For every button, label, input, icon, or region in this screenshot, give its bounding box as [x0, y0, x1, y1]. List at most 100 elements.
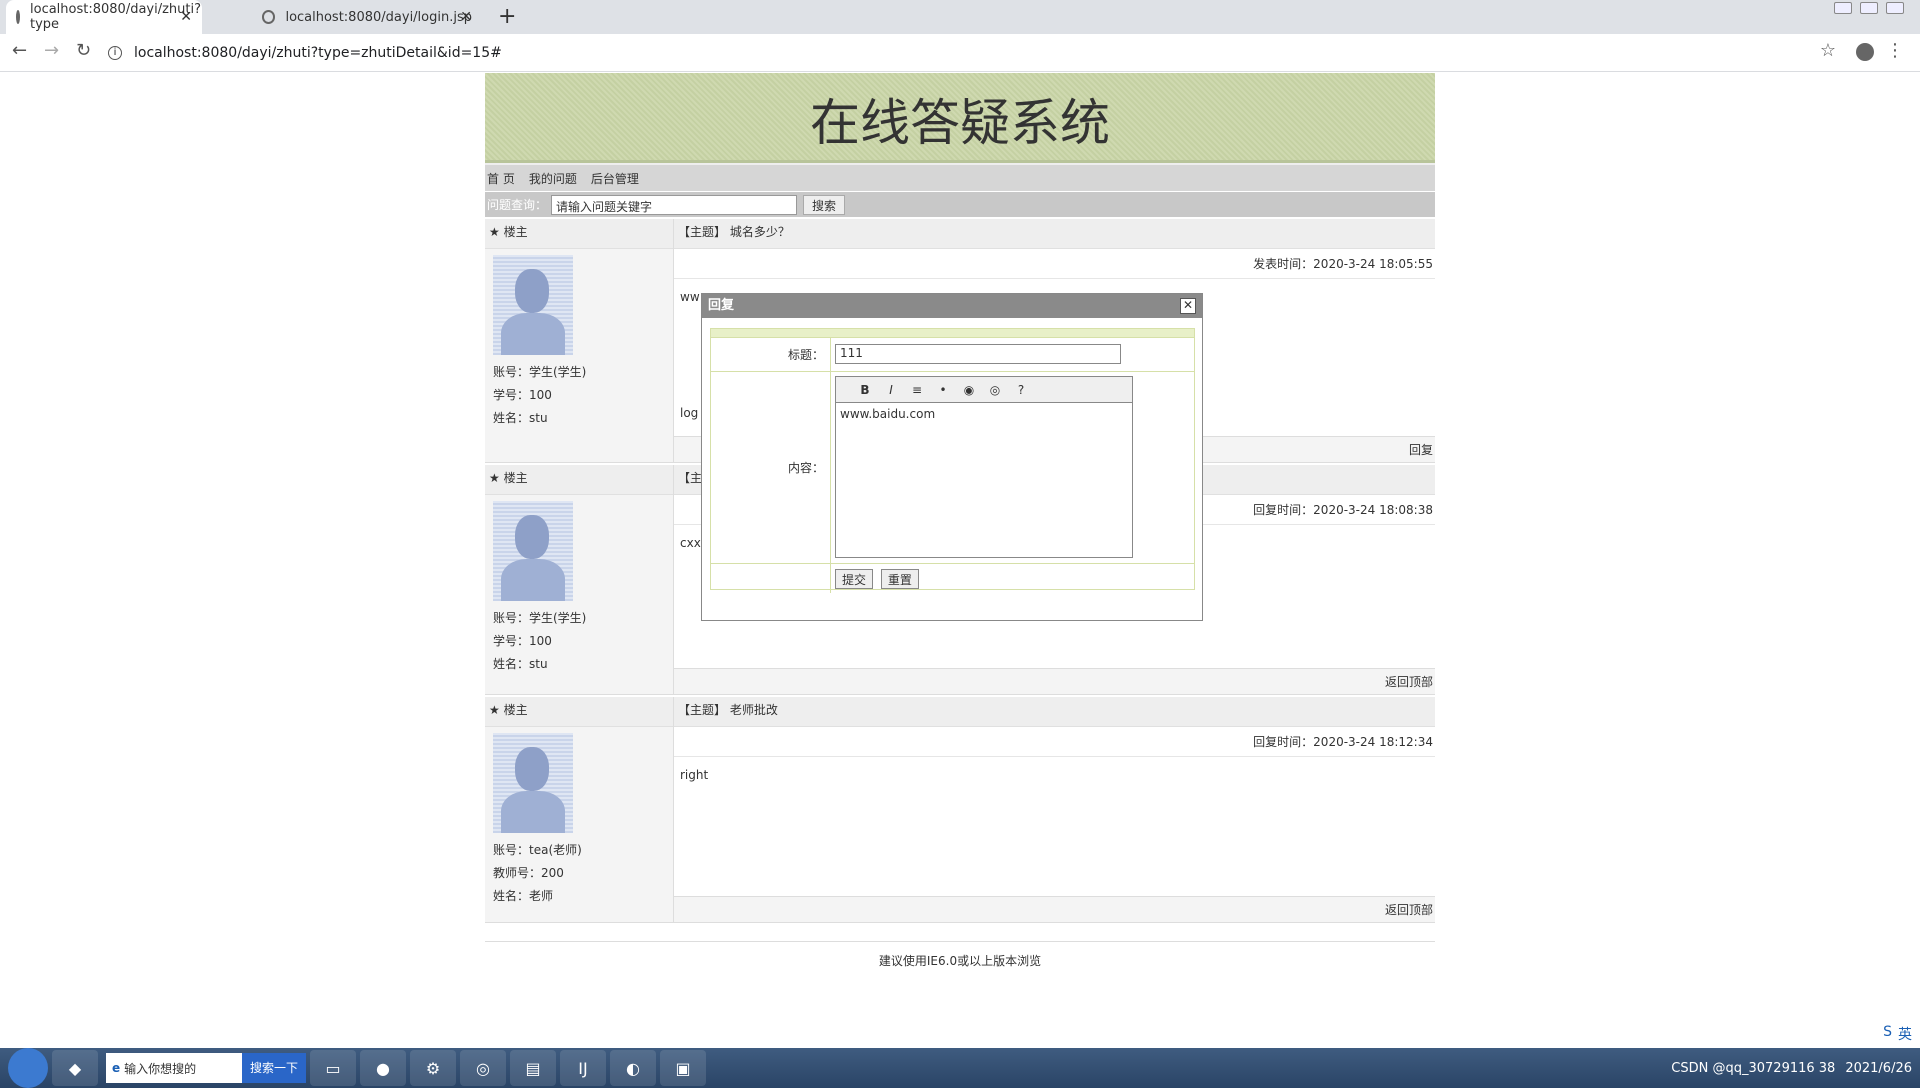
start-button[interactable] — [8, 1048, 48, 1088]
close-icon[interactable]: ✕ — [1180, 298, 1196, 314]
post-content: right — [680, 768, 709, 782]
post-time: 回复时间：2020-3-24 18:12:34 — [674, 727, 1435, 757]
post-author: ★ 楼主 账号：学生(学生) 学号：100 姓名：stu — [485, 465, 674, 694]
author-id: 学号：100 — [493, 388, 552, 402]
maximize-button[interactable] — [1860, 2, 1878, 14]
close-tab-icon[interactable]: ✕ — [460, 9, 472, 25]
new-tab-button[interactable]: + — [498, 4, 516, 29]
tray-watermark: CSDN @qq_30729116 38 — [1671, 1060, 1836, 1076]
avatar — [493, 255, 573, 355]
tab-zhuti[interactable]: localhost:8080/dayi/zhuti?type ✕ — [6, 0, 202, 34]
nav-admin[interactable]: 后台管理 — [591, 170, 639, 187]
author-name: 姓名：stu — [493, 657, 548, 671]
dialog-title: 回复 — [702, 294, 1202, 318]
author-name: 姓名：老师 — [493, 889, 554, 903]
app-icon[interactable]: ⚙ — [410, 1050, 456, 1086]
bookmark-star-icon[interactable]: ☆ — [1820, 40, 1836, 61]
ime-toolbar: S 英 — [1883, 1024, 1912, 1044]
author-account: 账号：tea(老师) — [493, 843, 582, 857]
explorer-icon[interactable]: ▤ — [510, 1050, 556, 1086]
tab-title: localhost:8080/dayi/login.jsp — [285, 9, 472, 25]
post-subject: 【主题】 老师批改 — [674, 697, 1435, 727]
info-icon[interactable]: i — [108, 46, 122, 60]
reply-form: 标题： 111 内容： B I ≡ • ◉ ◎ ? www.baidu.com — [710, 328, 1195, 593]
author-id: 教师号：200 — [493, 866, 564, 880]
address-bar: ← → ↻ i localhost:8080/dayi/zhuti?type=z… — [0, 34, 1920, 72]
content-label: 内容： — [711, 372, 831, 563]
forward-icon[interactable]: → — [44, 40, 59, 61]
editor-toolbar: B I ≡ • ◉ ◎ ? — [836, 377, 1132, 403]
back-icon[interactable]: ← — [12, 40, 27, 61]
reset-button[interactable]: 重置 — [880, 569, 919, 589]
globe-icon — [16, 10, 20, 24]
nav-my-questions[interactable]: 我的问题 — [529, 170, 577, 187]
ie-icon: e — [112, 1061, 121, 1075]
content-text[interactable]: www.baidu.com — [836, 403, 1132, 425]
reply-link[interactable]: 回复 — [1409, 443, 1433, 457]
empty-label — [711, 564, 831, 593]
reply-dialog: 回复 ✕ 标题： 111 内容： B I ≡ • ◉ ◎ ? www.baidu… — [701, 293, 1203, 621]
search-input[interactable]: 请输入问题关键字 — [551, 194, 798, 215]
back-to-top-link[interactable]: 返回顶部 — [1385, 903, 1433, 917]
url-field[interactable]: i localhost:8080/dayi/zhuti?type=zhutiDe… — [108, 39, 1808, 67]
title-input[interactable]: 111 — [835, 344, 1121, 364]
tray-date: 2021/6/26 — [1845, 1060, 1912, 1076]
close-window-button[interactable] — [1886, 2, 1904, 14]
globe-icon — [262, 10, 276, 24]
app-icon[interactable]: ◆ — [52, 1050, 98, 1086]
browser-tabstrip: localhost:8080/dayi/zhuti?type ✕ localho… — [0, 0, 1920, 34]
url-text: localhost:8080/dayi/zhuti?type=zhutiDeta… — [134, 45, 502, 61]
author-account: 账号：学生(学生) — [493, 611, 587, 625]
tab-login[interactable]: localhost:8080/dayi/login.jsp ✕ — [252, 0, 482, 34]
back-to-top-link[interactable]: 返回顶部 — [1385, 675, 1433, 689]
folder-icon[interactable]: ▭ — [310, 1050, 356, 1086]
menu-icon[interactable]: ⋮ — [1886, 40, 1904, 61]
post-time: 发表时间：2020-3-24 18:05:55 — [674, 249, 1435, 279]
bold-button[interactable]: B — [856, 383, 874, 397]
help-button[interactable]: ? — [1012, 383, 1030, 397]
avatar — [493, 501, 573, 601]
form-header-bar — [711, 329, 1194, 337]
post-item: ★ 楼主 账号：tea(老师) 教师号：200 姓名：老师 【主题】 老师批改 回复… — [485, 697, 1435, 923]
system-tray: CSDN @qq_30729116 38 2021/6/26 — [1671, 1048, 1912, 1088]
taskbar-search-text: 输入你想搜的 — [124, 1061, 197, 1076]
reload-icon[interactable]: ↻ — [76, 40, 91, 61]
profile-icon[interactable] — [1856, 43, 1874, 61]
intellij-icon[interactable]: IJ — [560, 1050, 606, 1086]
ordered-list-button[interactable]: ≡ — [908, 383, 926, 397]
post-subject: 【主题】 城名多少？ — [674, 219, 1435, 249]
submit-button[interactable]: 提交 — [835, 569, 874, 589]
post-role: ★ 楼主 — [485, 219, 673, 249]
search-button[interactable]: 搜索 — [803, 194, 846, 215]
nav-home[interactable]: 首 页 — [487, 170, 515, 187]
italic-button[interactable]: I — [882, 383, 900, 397]
ime-lang[interactable]: 英 — [1898, 1024, 1912, 1044]
author-account: 账号：学生(学生) — [493, 365, 587, 379]
search-bar: 问题查询： 请输入问题关键字 搜索 — [485, 191, 1435, 217]
taskbar-search[interactable]: e 输入你想搜的 搜索一下 — [106, 1053, 306, 1083]
search-label: 问题查询： — [487, 198, 548, 212]
close-tab-icon[interactable]: ✕ — [180, 9, 192, 25]
unordered-list-button[interactable]: • — [934, 383, 952, 397]
post-role: ★ 楼主 — [485, 697, 673, 727]
title-label: 标题： — [711, 338, 831, 371]
page-footer: 建议使用IE6.0或以上版本浏览 — [485, 941, 1435, 969]
taskbar-search-button[interactable]: 搜索一下 — [241, 1053, 306, 1083]
post-role: ★ 楼主 — [485, 465, 673, 495]
rich-text-editor: B I ≡ • ◉ ◎ ? www.baidu.com — [835, 376, 1133, 558]
post-author: ★ 楼主 账号：tea(老师) 教师号：200 姓名：老师 — [485, 697, 674, 922]
ime-logo-icon[interactable]: S — [1883, 1024, 1892, 1044]
author-id: 学号：100 — [493, 634, 552, 648]
site-nav: 首 页 我的问题 后台管理 — [485, 163, 1435, 191]
app-icon[interactable]: ● — [360, 1050, 406, 1086]
minimize-button[interactable] — [1834, 2, 1852, 14]
link-button[interactable]: ◉ — [960, 383, 978, 397]
window-controls — [1834, 2, 1904, 14]
taskbar: ◆ e 输入你想搜的 搜索一下 ▭ ● ⚙ ◎ ▤ IJ ◐ ▣ CSDN @q… — [0, 1048, 1920, 1088]
app-icon[interactable]: ▣ — [660, 1050, 706, 1086]
site-banner: 在线答疑系统 — [485, 73, 1435, 163]
unlink-button[interactable]: ◎ — [986, 383, 1004, 397]
tab-title: localhost:8080/dayi/zhuti?type — [30, 2, 202, 32]
firefox-icon[interactable]: ◐ — [610, 1050, 656, 1086]
chrome-icon[interactable]: ◎ — [460, 1050, 506, 1086]
